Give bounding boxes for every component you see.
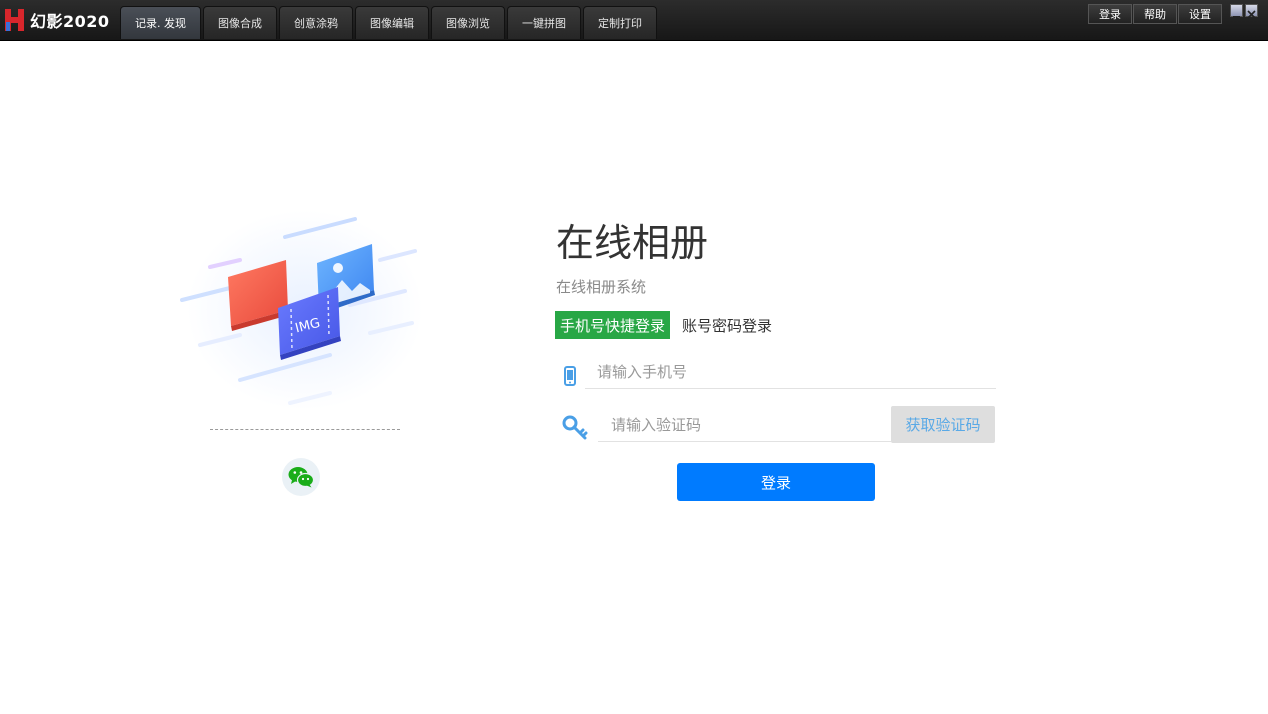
page-title: 在线相册 [556,221,709,265]
phone-icon [564,366,576,386]
phone-underline [585,388,996,389]
album-illustration: IMG [180,210,423,410]
get-code-button[interactable]: 获取验证码 [891,406,995,443]
main-tabs: 记录. 发现 图像合成 创意涂鸦 图像编辑 图像浏览 一键拼图 定制打印 [120,6,659,39]
tab-record-discover[interactable]: 记录. 发现 [120,6,201,39]
tab-image-compose[interactable]: 图像合成 [203,6,277,39]
tab-image-browse[interactable]: 图像浏览 [431,6,505,39]
code-underline [598,441,891,442]
key-icon [562,415,588,440]
tab-one-click-collage[interactable]: 一键拼图 [507,6,581,39]
close-icon[interactable] [1245,4,1258,19]
app-name: 幻影2020 [30,12,110,31]
wechat-login-button[interactable] [282,458,320,496]
tab-image-edit[interactable]: 图像编辑 [355,6,429,39]
login-submit-button[interactable]: 登录 [677,463,875,501]
tab-custom-print[interactable]: 定制打印 [583,6,657,39]
tab-phone-login[interactable]: 手机号快捷登录 [555,311,671,339]
minimize-icon[interactable] [1230,4,1243,18]
tab-account-login[interactable]: 账号密码登录 [682,311,772,339]
system-buttons: 登录 帮助 设置 [1088,4,1223,24]
title-bar: 幻影2020 记录. 发现 图像合成 创意涂鸦 图像编辑 图像浏览 一键拼图 定… [0,0,1268,41]
phone-input[interactable] [597,360,992,384]
settings-button[interactable]: 设置 [1178,4,1222,24]
tab-creative-doodle[interactable]: 创意涂鸦 [279,6,353,39]
dashed-divider [210,429,400,430]
page-subtitle: 在线相册系统 [556,278,647,296]
top-login-button[interactable]: 登录 [1088,4,1132,24]
verification-code-input[interactable] [611,413,886,437]
help-button[interactable]: 帮助 [1133,4,1177,24]
logo-h-icon [5,9,24,31]
app-logo: 幻影2020 [4,7,110,33]
wechat-icon [288,467,315,488]
